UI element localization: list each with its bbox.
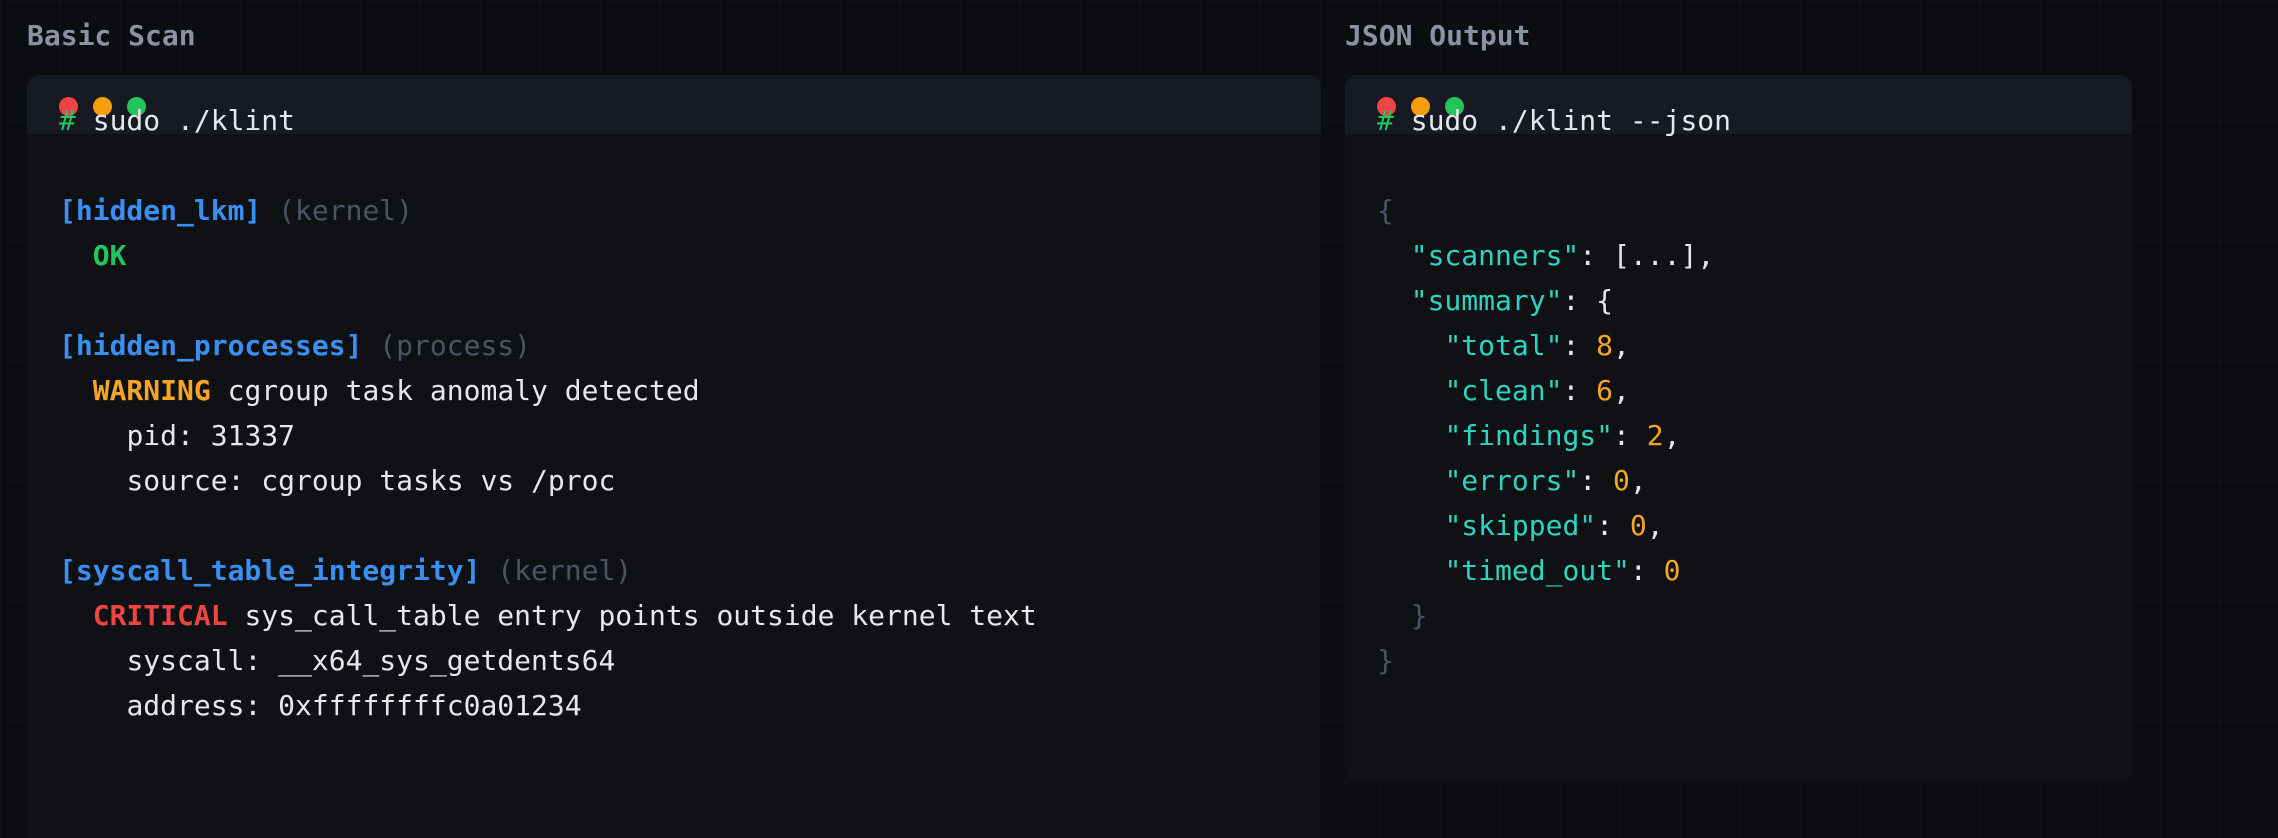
scanner-header-syscall-table-integrity: [syscall_table_integrity] (kernel) (59, 548, 1311, 593)
basic-scan-output: # sudo ./klint [hidden_lkm] (kernel) OK … (59, 98, 1311, 728)
scanner-status-line: WARNING cgroup task anomaly detected (59, 368, 1311, 413)
scanner-name: [hidden_lkm] (59, 194, 262, 227)
scanner-name: [syscall_table_integrity] (59, 554, 481, 587)
json-key: "skipped" (1444, 509, 1597, 542)
json-key: "errors" (1444, 464, 1580, 497)
command-text: sudo ./klint (92, 104, 296, 137)
json-output: # sudo ./klint --json { "scanners": [...… (1377, 98, 2122, 683)
json-field-timed-out: "timed_out": 0 (1444, 554, 1681, 587)
json-value: [...] (1613, 239, 1698, 272)
json-scanners-line: "scanners": [...], (1410, 239, 1715, 272)
json-key: "clean" (1444, 374, 1563, 407)
json-number: 0 (1613, 464, 1630, 497)
json-field-clean: "clean": 6, (1444, 374, 1630, 407)
scanner-header-hidden-lkm: [hidden_lkm] (kernel) (59, 188, 1311, 233)
scanner-header-hidden-processes: [hidden_processes] (process) (59, 323, 1311, 368)
json-key: "timed_out" (1444, 554, 1630, 587)
status-critical-badge: CRITICAL (92, 599, 228, 632)
status-warning-badge: WARNING (92, 374, 211, 407)
prompt-symbol: # (1377, 104, 1394, 137)
finding-detail: syscall: __x64_sys_getdents64 (126, 644, 616, 677)
scanner-status-line: CRITICAL sys_call_table entry points out… (59, 593, 1311, 638)
scanner-name: [hidden_processes] (59, 329, 363, 362)
json-field-findings: "findings": 2, (1444, 419, 1681, 452)
basic-scan-title: Basic Scan (27, 19, 196, 52)
json-summary-close: } (1410, 599, 1428, 632)
scanner-category: (kernel) (497, 554, 633, 587)
json-number: 6 (1596, 374, 1614, 407)
finding-detail: source: cgroup tasks vs /proc (126, 464, 616, 497)
json-field-errors: "errors": 0, (1444, 464, 1647, 497)
command-line: # sudo ./klint (59, 98, 1311, 143)
json-output-title: JSON Output (1345, 19, 1531, 52)
json-number: 0 (1629, 509, 1647, 542)
command-text: sudo ./klint --json (1410, 104, 1732, 137)
json-key: "summary" (1410, 284, 1563, 317)
json-number: 2 (1646, 419, 1664, 452)
json-summary-line: "summary": { (1410, 284, 1614, 317)
finding-message: cgroup task anomaly detected (227, 374, 700, 407)
status-ok-badge: OK (92, 239, 127, 272)
json-key: "findings" (1444, 419, 1614, 452)
finding-detail: pid: 31337 (126, 419, 296, 452)
finding-detail: address: 0xffffffffc0a01234 (126, 689, 582, 722)
command-line: # sudo ./klint --json (1377, 98, 2122, 143)
json-key: "scanners" (1410, 239, 1580, 272)
json-open-brace: { (1377, 194, 1394, 227)
json-key: "total" (1444, 329, 1563, 362)
scanner-category: (kernel) (278, 194, 414, 227)
scanner-status-line: OK (59, 233, 1311, 278)
json-close-brace: } (1377, 644, 1394, 677)
scanner-category: (process) (379, 329, 532, 362)
json-number: 8 (1596, 329, 1614, 362)
json-number: 0 (1663, 554, 1681, 587)
prompt-symbol: # (59, 104, 76, 137)
finding-message: sys_call_table entry points outside kern… (244, 599, 1037, 632)
json-field-total: "total": 8, (1444, 329, 1630, 362)
json-field-skipped: "skipped": 0, (1444, 509, 1664, 542)
